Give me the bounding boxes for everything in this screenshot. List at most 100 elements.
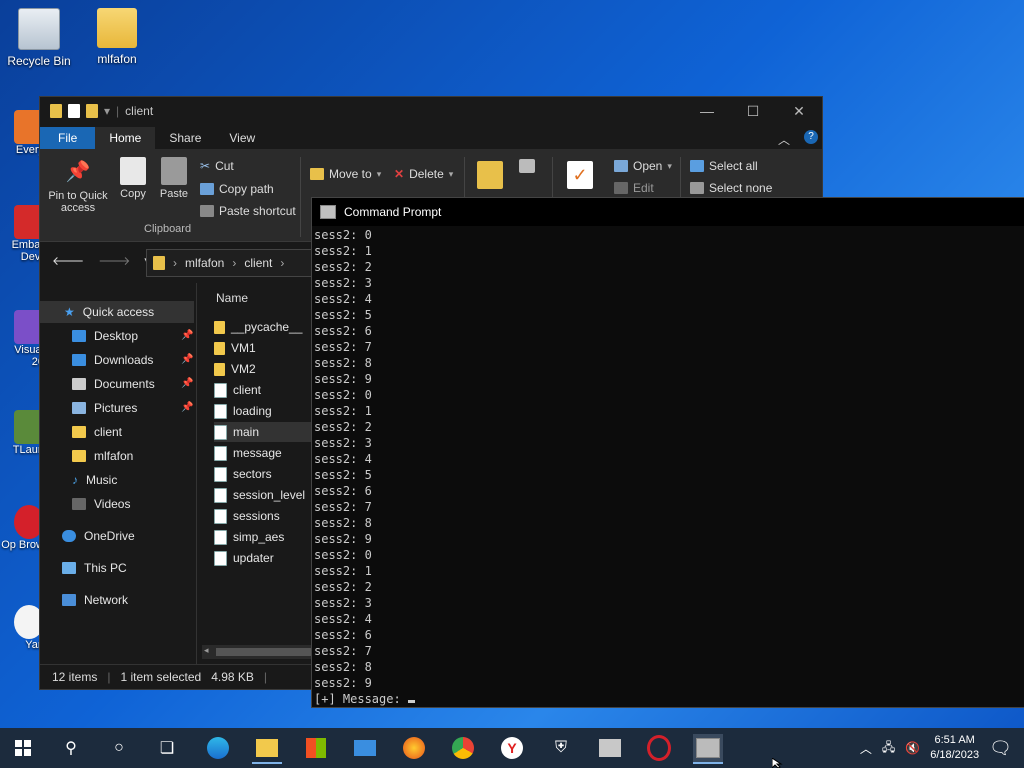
list-item[interactable]: sessions bbox=[214, 506, 314, 526]
nav-quick-access[interactable]: ★ Quick access bbox=[40, 301, 194, 323]
horizontal-scrollbar[interactable]: ◂ bbox=[202, 645, 312, 659]
copy-button[interactable]: Copy bbox=[116, 157, 150, 200]
desktop-icon-embarcadero[interactable]: Embar Dev- bbox=[0, 205, 44, 263]
select-none-button[interactable]: Select none bbox=[690, 181, 772, 195]
cortana-button[interactable]: ○ bbox=[104, 734, 134, 762]
taskbar-app[interactable] bbox=[595, 734, 625, 762]
nav-videos[interactable]: Videos bbox=[72, 497, 130, 511]
list-item[interactable]: sectors bbox=[214, 464, 314, 484]
breadcrumb-mlfafon[interactable]: mlfafon bbox=[185, 256, 224, 270]
search-button[interactable]: ⚲ bbox=[56, 734, 86, 762]
list-item[interactable]: __pycache__ bbox=[214, 317, 314, 337]
nav-mlfafon[interactable]: mlfafon bbox=[72, 449, 133, 463]
nav-desktop[interactable]: Desktop bbox=[72, 329, 138, 343]
taskbar-file-explorer[interactable] bbox=[252, 734, 282, 764]
nav-this-pc[interactable]: This PC bbox=[62, 561, 127, 575]
taskbar-chrome[interactable] bbox=[448, 734, 478, 762]
collapse-ribbon-icon[interactable]: ︿ bbox=[778, 131, 790, 148]
select-all-button[interactable]: Select all bbox=[690, 159, 758, 173]
console-prompt[interactable]: [+] Message: bbox=[314, 691, 415, 707]
desktop-icon-visual-studio[interactable]: Visual 20 bbox=[0, 310, 44, 368]
tab-file[interactable]: File bbox=[40, 127, 96, 149]
command-prompt-window[interactable]: Command Prompt sess2: 0 sess2: 1 sess2: 2s… bbox=[311, 197, 1024, 708]
taskbar-command-prompt[interactable] bbox=[693, 734, 723, 764]
file-list: Name __pycache__ VM1 VM2 client loading … bbox=[198, 283, 318, 667]
tab-view[interactable]: View bbox=[215, 127, 269, 149]
taskbar-yandex[interactable]: Y bbox=[497, 734, 527, 762]
console-line: sess2: 3 bbox=[314, 436, 372, 450]
start-button[interactable] bbox=[8, 734, 38, 762]
tab-share[interactable]: Share bbox=[155, 127, 215, 149]
list-item[interactable]: VM1 bbox=[214, 338, 314, 358]
move-to-button[interactable]: Move to ▾ bbox=[310, 167, 381, 181]
desktop-icon-recycle-bin[interactable]: Recycle Bin bbox=[2, 8, 76, 68]
nav-client[interactable]: client bbox=[72, 425, 122, 439]
taskbar-mail[interactable] bbox=[350, 734, 380, 762]
paste-button[interactable]: Paste bbox=[156, 157, 192, 200]
nav-documents[interactable]: Documents bbox=[72, 377, 155, 391]
list-item[interactable]: message bbox=[214, 443, 314, 463]
nav-network[interactable]: Network bbox=[62, 593, 128, 607]
list-item[interactable]: simp_aes bbox=[214, 527, 314, 547]
cut-button[interactable]: ✂ Cut bbox=[200, 159, 234, 173]
file-name: updater bbox=[233, 551, 274, 565]
task-view-button[interactable]: ❏ bbox=[152, 734, 182, 762]
pane-divider[interactable] bbox=[196, 283, 197, 667]
new-item-button[interactable] bbox=[516, 159, 538, 176]
maximize-button[interactable]: ☐ bbox=[730, 97, 776, 125]
copy-path-button[interactable]: Copy path bbox=[200, 182, 274, 196]
scrollbar-thumb[interactable] bbox=[216, 648, 312, 656]
nav-downloads[interactable]: Downloads bbox=[72, 353, 153, 367]
nav-pictures[interactable]: Pictures bbox=[72, 401, 137, 415]
desktop-icon-tlauncher[interactable]: TLaun bbox=[0, 410, 44, 456]
tab-home[interactable]: Home bbox=[95, 127, 156, 149]
taskbar-security[interactable]: ⛨ bbox=[546, 734, 576, 762]
taskbar-firefox[interactable] bbox=[399, 734, 429, 762]
list-item[interactable]: client bbox=[214, 380, 314, 400]
properties-icon[interactable] bbox=[68, 104, 80, 118]
delete-button[interactable]: ✕ Delete ▾ bbox=[394, 167, 453, 181]
scroll-left-icon[interactable]: ◂ bbox=[204, 645, 209, 656]
address-bar[interactable]: › mlfafon › client › bbox=[146, 249, 324, 277]
taskbar-store[interactable] bbox=[301, 734, 331, 762]
notifications-icon[interactable]: 🗨 bbox=[989, 738, 1012, 759]
console-output[interactable]: sess2: 0 sess2: 1 sess2: 2 sess2: 3 sess2: 4… bbox=[314, 227, 415, 707]
column-header-name[interactable]: Name bbox=[216, 291, 248, 305]
list-item[interactable]: session_level bbox=[214, 485, 314, 505]
properties-button[interactable]: ✓ bbox=[566, 161, 594, 192]
list-item[interactable]: main bbox=[214, 422, 314, 442]
pin-label: Pin to Quick access bbox=[48, 190, 108, 214]
breadcrumb-client[interactable]: client bbox=[244, 256, 272, 270]
help-icon[interactable]: ? bbox=[804, 130, 818, 144]
minimize-button[interactable]: — bbox=[684, 97, 730, 125]
close-button[interactable]: ✕ bbox=[776, 97, 822, 125]
yandex-icon: Y bbox=[501, 737, 523, 759]
selection-size: 4.98 KB bbox=[211, 670, 254, 684]
network-icon[interactable]: 🖧 bbox=[882, 738, 895, 759]
desktop-icon-yandex[interactable]: Yan bbox=[0, 605, 44, 651]
clock[interactable]: 6:51 AM 6/18/2023 bbox=[930, 733, 979, 763]
edit-button[interactable]: Edit bbox=[614, 181, 654, 195]
pin-quick-access-button[interactable]: 📌 Pin to Quick access bbox=[46, 159, 110, 214]
new-folder-button[interactable] bbox=[476, 161, 504, 192]
forward-button[interactable]: 🡒 bbox=[98, 253, 130, 268]
volume-icon[interactable]: 🔇 bbox=[905, 741, 920, 755]
desktop-icon-mlfafon[interactable]: mlfafon bbox=[80, 8, 154, 66]
list-item[interactable]: loading bbox=[214, 401, 314, 421]
desktop-icon-everything[interactable]: Every bbox=[0, 110, 44, 156]
nav-onedrive[interactable]: OneDrive bbox=[62, 529, 135, 543]
show-hidden-icons[interactable]: ︿ bbox=[860, 740, 872, 757]
paste-shortcut-button[interactable]: Paste shortcut bbox=[200, 204, 296, 218]
taskbar-opera[interactable] bbox=[644, 734, 674, 762]
list-item[interactable]: updater bbox=[214, 548, 314, 568]
taskbar-edge[interactable] bbox=[203, 734, 233, 762]
console-line: sess2: 7 bbox=[314, 644, 372, 658]
back-button[interactable]: 🡐 bbox=[52, 253, 84, 268]
desktop-icon-opera[interactable]: Op Brow bbox=[0, 505, 44, 551]
list-item[interactable]: VM2 bbox=[214, 359, 314, 379]
cmd-titlebar[interactable]: Command Prompt bbox=[312, 198, 1024, 226]
nav-music[interactable]: ♪ Music bbox=[72, 473, 117, 487]
qat-dropdown-icon[interactable]: ▾ bbox=[104, 104, 110, 118]
open-button[interactable]: Open ▾ bbox=[614, 159, 672, 173]
new-folder-icon[interactable] bbox=[86, 104, 98, 118]
